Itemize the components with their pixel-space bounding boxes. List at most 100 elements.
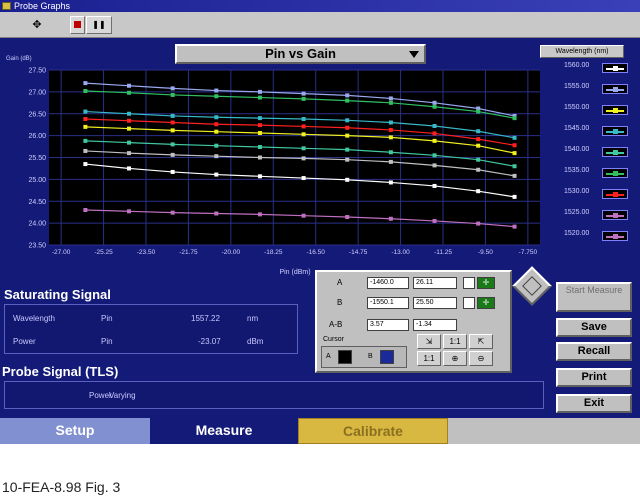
cursor-group-label: Cursor [323,336,345,343]
series-point [432,163,437,168]
series-point [476,129,481,134]
series-point [127,118,132,123]
y-tick-label: 26.50 [28,111,46,118]
cursor-diff-x-field: 3.57 [367,319,409,331]
series-point [257,123,262,128]
cursor-a-y-field[interactable]: 26.11 [413,277,457,289]
series-point [127,126,132,131]
tab-measure[interactable]: Measure [150,418,298,444]
zoom-y-icon[interactable]: 1:1 [417,351,441,366]
sat-power-symbol: Pin [101,337,113,346]
start-measure-button[interactable]: Start Measure [556,282,632,312]
cursor-b-move-icon[interactable]: ✛ [477,297,495,309]
legend-item[interactable]: 1525.00 [562,209,632,221]
x-tick-label: -21.75 [179,249,198,256]
legend-item[interactable]: 1560.00 [562,62,632,74]
series-point [345,98,350,103]
legend-marker [613,66,618,71]
legend-swatch [602,105,628,115]
series-point [127,90,132,95]
pause-button[interactable]: ❚❚ [86,16,112,34]
series-point [127,166,132,171]
series-point [83,138,88,143]
exit-button[interactable]: Exit [556,394,632,413]
tab-setup[interactable]: Setup [0,418,150,444]
cursor-a-move-icon[interactable]: ✛ [477,277,495,289]
operate-arrow-icon[interactable]: ✥ [26,16,48,34]
series-point [170,92,175,97]
legend-marker [613,87,618,92]
legend-item[interactable]: 1520.00 [562,230,632,242]
cursor-2-label: B [368,353,373,360]
series-point [214,211,219,216]
series-point [301,117,306,121]
cursor-b-x-field[interactable]: -1550.1 [367,297,409,309]
legend-item[interactable]: 1535.00 [562,167,632,179]
print-button[interactable]: Print [556,368,632,387]
zoom-in-icon[interactable]: ⊕ [443,351,467,366]
legend-marker [613,213,618,218]
series-point [512,173,517,178]
series-point [388,216,393,221]
wavelength-legend-button[interactable]: Wavelength (nm) [540,45,624,58]
legend-item[interactable]: 1530.00 [562,188,632,200]
legend-item[interactable]: 1545.00 [562,125,632,137]
series-point [214,115,219,120]
cursor-1-color-box[interactable] [338,350,352,364]
series-point [301,124,306,129]
x-tick-label: -7.750 [519,249,538,256]
cursor-a-x-field[interactable]: -1460.0 [367,277,409,289]
legend-marker [613,129,618,134]
graph-type-selected: Pin vs Gain [265,46,336,61]
tab-calibrate[interactable]: Calibrate [298,418,448,444]
sat-power-value: -23.07 [198,337,221,346]
legend-label: 1550.00 [564,104,590,111]
series-point [301,156,306,161]
series-point [512,151,517,156]
cursor-b-y-field[interactable]: 25.50 [413,297,457,309]
series-point [388,100,393,105]
probe-power-value: Varying [109,391,136,400]
legend-label: 1555.00 [564,83,590,90]
cursor-1-label: A [326,353,331,360]
cursor-b-style-box[interactable] [463,297,475,309]
y-tick-label: 27.00 [28,89,46,96]
zoom-out-icon[interactable]: ⊖ [469,351,493,366]
series-point [170,113,175,118]
series-point [83,162,88,167]
legend-swatch [602,189,628,199]
direction-pad-icon [522,276,542,296]
series-point [345,133,350,138]
recall-button[interactable]: Recall [556,342,632,361]
zoom-to-fit-icon[interactable]: ⇲ [417,334,441,349]
series-point [476,167,481,172]
series-point [127,209,132,214]
series-point [127,111,132,116]
stop-icon[interactable] [70,16,85,34]
save-button[interactable]: Save [556,318,632,337]
x-tick-label: -11.25 [434,249,452,256]
series-point [301,176,306,181]
series-point [301,146,306,151]
x-tick-label: -14.75 [349,249,368,256]
legend-marker [613,234,618,239]
zoom-x-icon[interactable]: 1:1 [443,334,467,349]
series-point [388,120,393,125]
x-tick-label: -9.50 [478,249,493,256]
legend-item[interactable]: 1550.00 [562,104,632,116]
pan-icon[interactable]: ⇱ [469,334,493,349]
series-point [345,157,350,162]
series-point [170,169,175,174]
sat-wavelength-value: 1557.22 [191,314,220,323]
legend-label: 1520.00 [564,230,590,237]
series-point [257,155,262,160]
legend-item[interactable]: 1540.00 [562,146,632,158]
series-point [83,148,88,153]
y-tick-label: 24.50 [28,199,46,206]
cursor-diff-y-field: -1.34 [413,319,457,331]
series-point [214,143,219,148]
cursor-a-style-box[interactable] [463,277,475,289]
series-point [214,122,219,127]
cursor-2-color-box[interactable] [380,350,394,364]
legend-item[interactable]: 1555.00 [562,83,632,95]
